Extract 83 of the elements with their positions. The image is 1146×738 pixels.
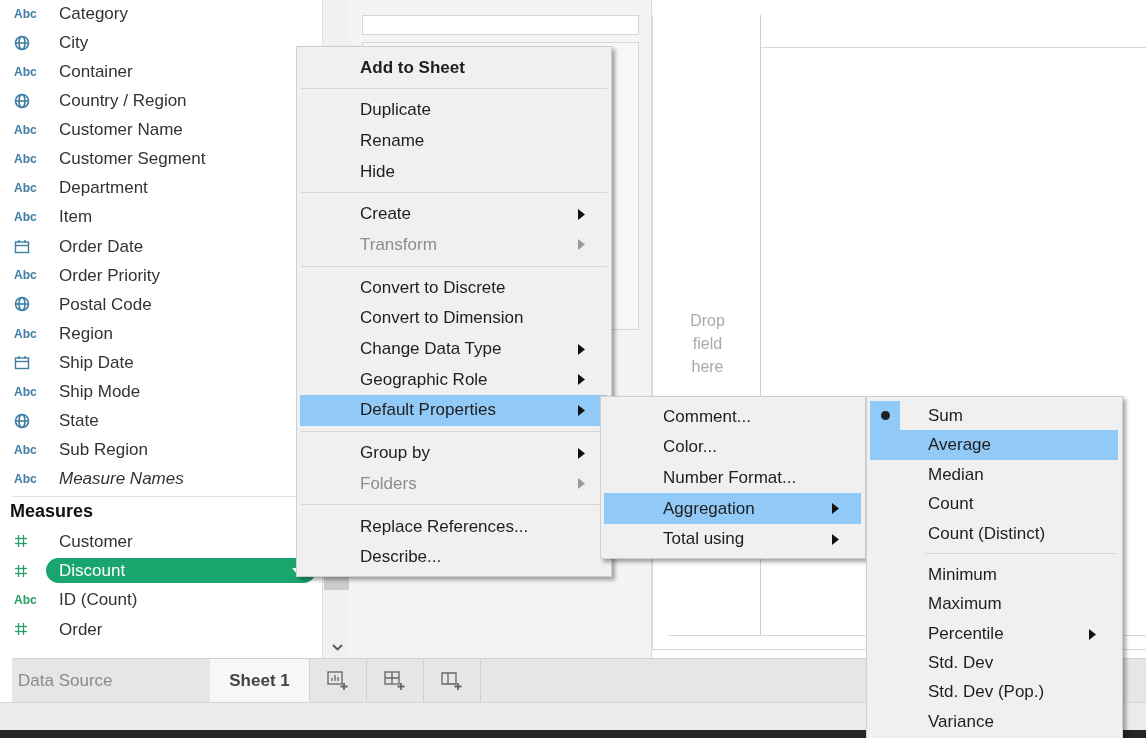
menu-item[interactable]: Convert to Dimension [300, 302, 607, 334]
globe-icon [14, 34, 30, 51]
hash-icon [14, 534, 28, 549]
menu-item[interactable]: Duplicate [300, 94, 607, 126]
string-type-icon: Abc [14, 470, 37, 489]
field-name[interactable]: Category [59, 0, 128, 27]
field-name[interactable]: Order [46, 616, 316, 642]
sheet-tab[interactable]: Sheet 1 [210, 659, 310, 702]
chevron-down-icon[interactable] [332, 644, 343, 651]
field-name[interactable]: Customer Name [59, 117, 183, 143]
string-type-icon: Abc [14, 208, 37, 227]
menu-item[interactable]: Number Format... [604, 462, 861, 494]
calendar-icon [14, 355, 30, 371]
menu-item[interactable]: Hide [300, 156, 607, 187]
string-type-icon: Abc [14, 62, 37, 81]
menu-item[interactable]: Maximum [870, 589, 1118, 619]
menu-item[interactable]: Default Properties [300, 394, 607, 426]
menu-item[interactable]: Comment... [604, 401, 861, 432]
field-name[interactable]: Postal Code [59, 291, 152, 318]
menu-item[interactable]: Sum [870, 401, 1118, 431]
grid-plus-icon [384, 670, 406, 691]
field-name[interactable]: Department [59, 175, 148, 201]
field-name[interactable]: Order Priority [59, 262, 161, 289]
menu-item[interactable]: Total using [604, 523, 861, 555]
menu-item[interactable]: Geographic Role [300, 364, 607, 395]
string-type-icon: Abc [14, 324, 37, 343]
submenu-arrow-icon [832, 533, 839, 545]
field-name[interactable]: Sub Region [59, 437, 148, 463]
string-type-icon: Abc [14, 591, 37, 610]
field-name[interactable]: Order Date [59, 233, 144, 260]
string-type-icon: Abc [14, 4, 37, 23]
submenu-arrow-icon [578, 374, 585, 386]
field-name[interactable]: Ship Date [59, 349, 134, 376]
string-type-icon: Abc [14, 266, 37, 285]
menu-item[interactable]: Color... [604, 431, 861, 463]
menu-item[interactable]: Aggregation [604, 493, 861, 524]
string-type-icon: Abc [14, 120, 37, 139]
string-type-icon: Abc [14, 150, 37, 168]
string-type-icon: Abc [14, 440, 37, 459]
field-name[interactable]: City [59, 29, 89, 56]
section-heading: Measures [10, 500, 95, 524]
field-name[interactable]: Ship Mode [59, 379, 141, 405]
globe-icon [14, 296, 30, 313]
drop-hint: Drop field here [689, 310, 726, 377]
field-name[interactable]: Measure Names [59, 466, 184, 492]
chart-plus-icon [327, 670, 349, 691]
string-type-icon: Abc [14, 179, 37, 198]
menu-item[interactable]: Minimum [870, 559, 1118, 590]
hash-icon [14, 622, 28, 637]
field-name[interactable]: Item [59, 204, 93, 230]
submenu-arrow-icon [1089, 628, 1096, 640]
menu-item[interactable]: Count (Distinct) [870, 518, 1118, 548]
field-name[interactable]: Customer Segment [59, 146, 206, 172]
menu-item[interactable]: Change Data Type [300, 333, 607, 365]
globe-icon [14, 412, 30, 429]
menu-item[interactable]: Convert to Discrete [300, 272, 607, 303]
field-name[interactable]: Container [59, 59, 133, 85]
menu-item[interactable]: Create [300, 198, 607, 230]
menu-item[interactable]: Std. Dev (Pop.) [870, 677, 1118, 707]
menu-item[interactable]: Std. Dev [870, 648, 1118, 678]
field-name[interactable]: ID (Count) [46, 587, 316, 613]
submenu-arrow-icon [578, 478, 585, 490]
submenu-arrow-icon [832, 503, 839, 515]
book-plus-icon [441, 670, 463, 691]
globe-icon [14, 92, 30, 109]
submenu-arrow-icon [578, 447, 585, 459]
calendar-icon [14, 238, 30, 254]
string-type-icon: Abc [14, 382, 37, 401]
field-name[interactable]: State [59, 408, 99, 434]
submenu-arrow-icon [578, 343, 585, 355]
submenu-arrow-icon [578, 404, 585, 416]
menu-item[interactable]: Median [870, 459, 1118, 490]
menu-item[interactable]: Average [870, 430, 1118, 460]
field-name[interactable]: Country / Region [59, 88, 187, 114]
menu-item[interactable]: Rename [300, 125, 607, 157]
submenu-arrow-icon [578, 208, 585, 220]
menu-item[interactable]: Variance [870, 706, 1118, 737]
menu-item[interactable]: Count [870, 489, 1118, 519]
hash-icon [14, 563, 28, 578]
menu-item[interactable]: Add to Sheet [300, 52, 607, 83]
field-name[interactable]: Region [59, 320, 113, 347]
submenu-arrow-icon [578, 239, 585, 251]
menu-item[interactable]: Percentile [870, 618, 1118, 649]
